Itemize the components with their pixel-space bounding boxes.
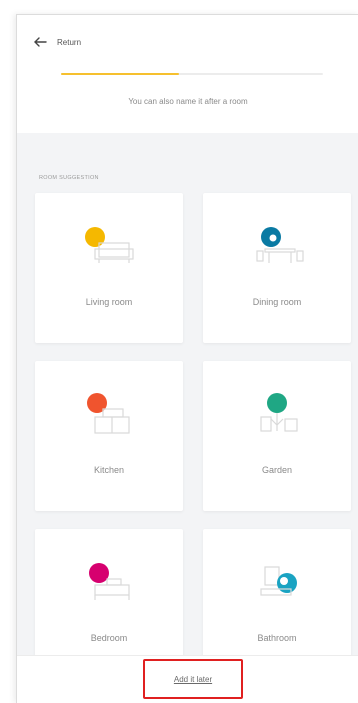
- kitchen-icon: [87, 393, 130, 434]
- back-label: Return: [57, 37, 82, 47]
- arrow-left-icon: [34, 37, 47, 47]
- room-label: Dining room: [252, 297, 302, 307]
- bed-icon: [89, 563, 130, 600]
- dining-table-icon: [256, 227, 304, 263]
- room-label: Bedroom: [90, 633, 128, 643]
- room-label: Garden: [261, 465, 293, 475]
- room-label: Kitchen: [93, 465, 125, 475]
- app-screen: Return You can also name it after a room…: [16, 14, 358, 703]
- room-tile-garden[interactable]: Garden: [203, 361, 351, 511]
- header: Return You can also name it after a room: [17, 15, 358, 133]
- bottom-bar: Add it later: [17, 655, 358, 703]
- section-label: Room suggestion: [39, 175, 99, 181]
- room-label: Bathroom: [257, 633, 297, 643]
- progress-fill: [61, 73, 179, 75]
- garden-icon: [260, 393, 298, 432]
- room-tile-living-room[interactable]: Living room: [35, 193, 183, 343]
- hint-text: You can also name it after a room: [128, 97, 248, 106]
- sofa-icon: [85, 227, 134, 263]
- back-button[interactable]: Return: [33, 33, 81, 51]
- add-later-button[interactable]: Add it later: [143, 659, 243, 699]
- progress-bar: [61, 73, 323, 75]
- room-label: Living room: [85, 297, 133, 307]
- room-tile-kitchen[interactable]: Kitchen: [35, 361, 183, 511]
- bathtub-icon: [260, 566, 297, 596]
- room-tile-dining-room[interactable]: Dining room: [203, 193, 351, 343]
